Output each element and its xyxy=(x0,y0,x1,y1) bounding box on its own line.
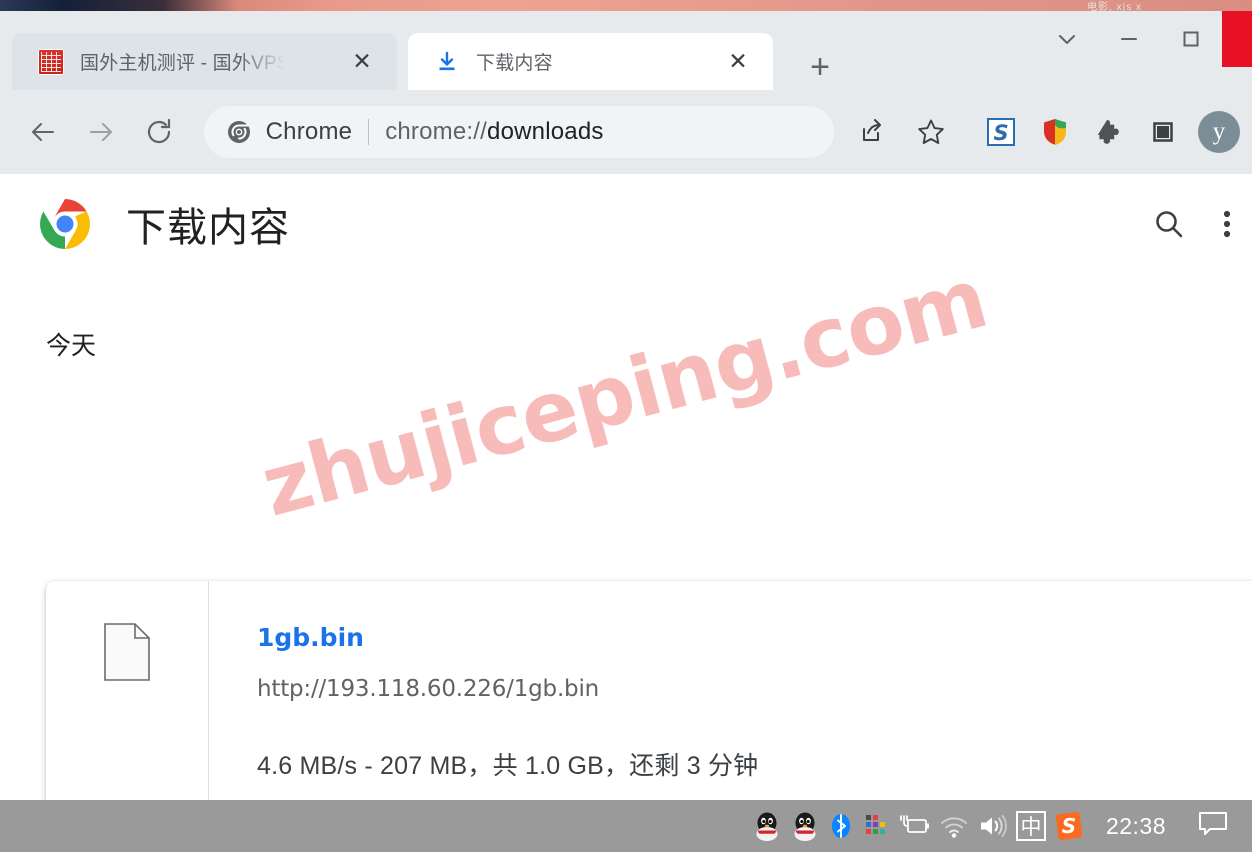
chrome-browser-window: 国外主机测评 - 国外VPS ✕ 下载内容 ✕ + Chrome chrome:… xyxy=(0,11,1252,801)
wifi-icon[interactable] xyxy=(938,812,968,840)
notification-icon[interactable] xyxy=(1196,809,1230,844)
chrome-logo-icon xyxy=(38,197,92,251)
browser-toolbar: Chrome chrome://downloads S y xyxy=(0,90,1252,174)
taskbar-clock[interactable]: 22:38 xyxy=(1106,813,1166,840)
profile-avatar[interactable]: y xyxy=(1198,111,1241,153)
ime-chinese-icon[interactable]: 中 xyxy=(1015,811,1046,841)
search-icon[interactable] xyxy=(1140,195,1198,253)
color-grid-icon[interactable] xyxy=(862,812,888,840)
shield-extension-icon[interactable] xyxy=(1032,109,1078,155)
address-bar-separator xyxy=(368,119,370,145)
svg-text:S: S xyxy=(1062,814,1076,838)
downloads-page-header: 下载内容 xyxy=(0,174,1252,274)
chrome-logo-mono-icon xyxy=(226,119,252,145)
address-bar[interactable]: Chrome chrome://downloads xyxy=(203,106,834,158)
chevron-down-icon[interactable] xyxy=(1036,11,1098,67)
download-icon xyxy=(434,49,460,75)
watermark: zhujiceping.com xyxy=(252,249,997,536)
tab-site-close-icon[interactable]: ✕ xyxy=(349,49,375,75)
window-controls xyxy=(1036,11,1252,90)
new-tab-button[interactable]: + xyxy=(800,47,840,87)
puzzle-extensions-icon[interactable] xyxy=(1086,109,1132,155)
forward-arrow-icon[interactable] xyxy=(80,109,122,155)
tab-downloads[interactable]: 下载内容 ✕ xyxy=(408,33,773,90)
tab-site[interactable]: 国外主机测评 - 国外VPS ✕ xyxy=(12,33,397,90)
download-status-text: 4.6 MB/s - 207 MB，共 1.0 GB，还剩 3 分钟 xyxy=(257,752,759,780)
system-tray: 中 S 22:38 xyxy=(744,809,1252,844)
more-vertical-icon[interactable] xyxy=(1198,195,1252,253)
reload-icon[interactable] xyxy=(138,109,180,155)
section-label-today: 今天 xyxy=(46,332,97,360)
qq-icon-1[interactable] xyxy=(752,810,782,842)
address-bar-url-prefix: chrome:// xyxy=(385,118,488,145)
qq-icon-2[interactable] xyxy=(790,810,820,842)
tab-site-label: 国外主机测评 - 国外VPS xyxy=(80,53,285,74)
downloads-page: 下载内容 今天 昨天 zhujicepi xyxy=(0,174,1252,801)
back-arrow-icon[interactable] xyxy=(22,109,64,155)
tab-downloads-label: 下载内容 xyxy=(476,53,553,74)
page-actions xyxy=(1140,174,1252,274)
download-file-name-link[interactable]: 1gb.bin xyxy=(257,623,364,652)
tab-strip: 国外主机测评 - 国外VPS ✕ 下载内容 ✕ + xyxy=(0,11,1252,90)
download-item-card: 1gb.bin http://193.118.60.226/1gb.bin 4.… xyxy=(46,581,1252,801)
sogou-input-extension-icon[interactable]: S xyxy=(978,109,1024,155)
page-title: 下载内容 xyxy=(126,206,290,250)
background-window-title: 电影, x|s x xyxy=(1087,2,1142,11)
svg-text:S: S xyxy=(993,121,1008,145)
bluetooth-icon[interactable] xyxy=(828,811,854,841)
battery-charging-icon[interactable] xyxy=(896,812,930,840)
background-window-strip: 电影, x|s x xyxy=(0,0,1252,11)
generic-file-icon xyxy=(104,623,150,681)
ime-chinese-label: 中 xyxy=(1015,811,1046,841)
address-bar-scheme-label: Chrome xyxy=(265,118,353,145)
download-details: 1gb.bin http://193.118.60.226/1gb.bin 4.… xyxy=(209,581,1252,801)
close-icon[interactable] xyxy=(1222,11,1252,67)
share-icon[interactable] xyxy=(848,109,894,155)
maximize-icon[interactable] xyxy=(1160,11,1222,67)
star-icon[interactable] xyxy=(908,109,954,155)
sogou-icon[interactable]: S xyxy=(1054,811,1084,841)
address-bar-url: chrome://downloads xyxy=(385,118,603,146)
site-favicon-icon xyxy=(38,48,64,75)
windows-taskbar: 中 S 22:38 xyxy=(0,800,1252,852)
download-file-icon-column xyxy=(46,581,209,801)
download-source-url: http://193.118.60.226/1gb.bin xyxy=(257,676,600,702)
minimize-icon[interactable] xyxy=(1098,11,1160,67)
tab-downloads-close-icon[interactable]: ✕ xyxy=(725,49,751,75)
address-bar-url-suffix: downloads xyxy=(487,118,604,145)
side-panel-icon[interactable] xyxy=(1140,109,1186,155)
volume-icon[interactable] xyxy=(976,812,1008,840)
